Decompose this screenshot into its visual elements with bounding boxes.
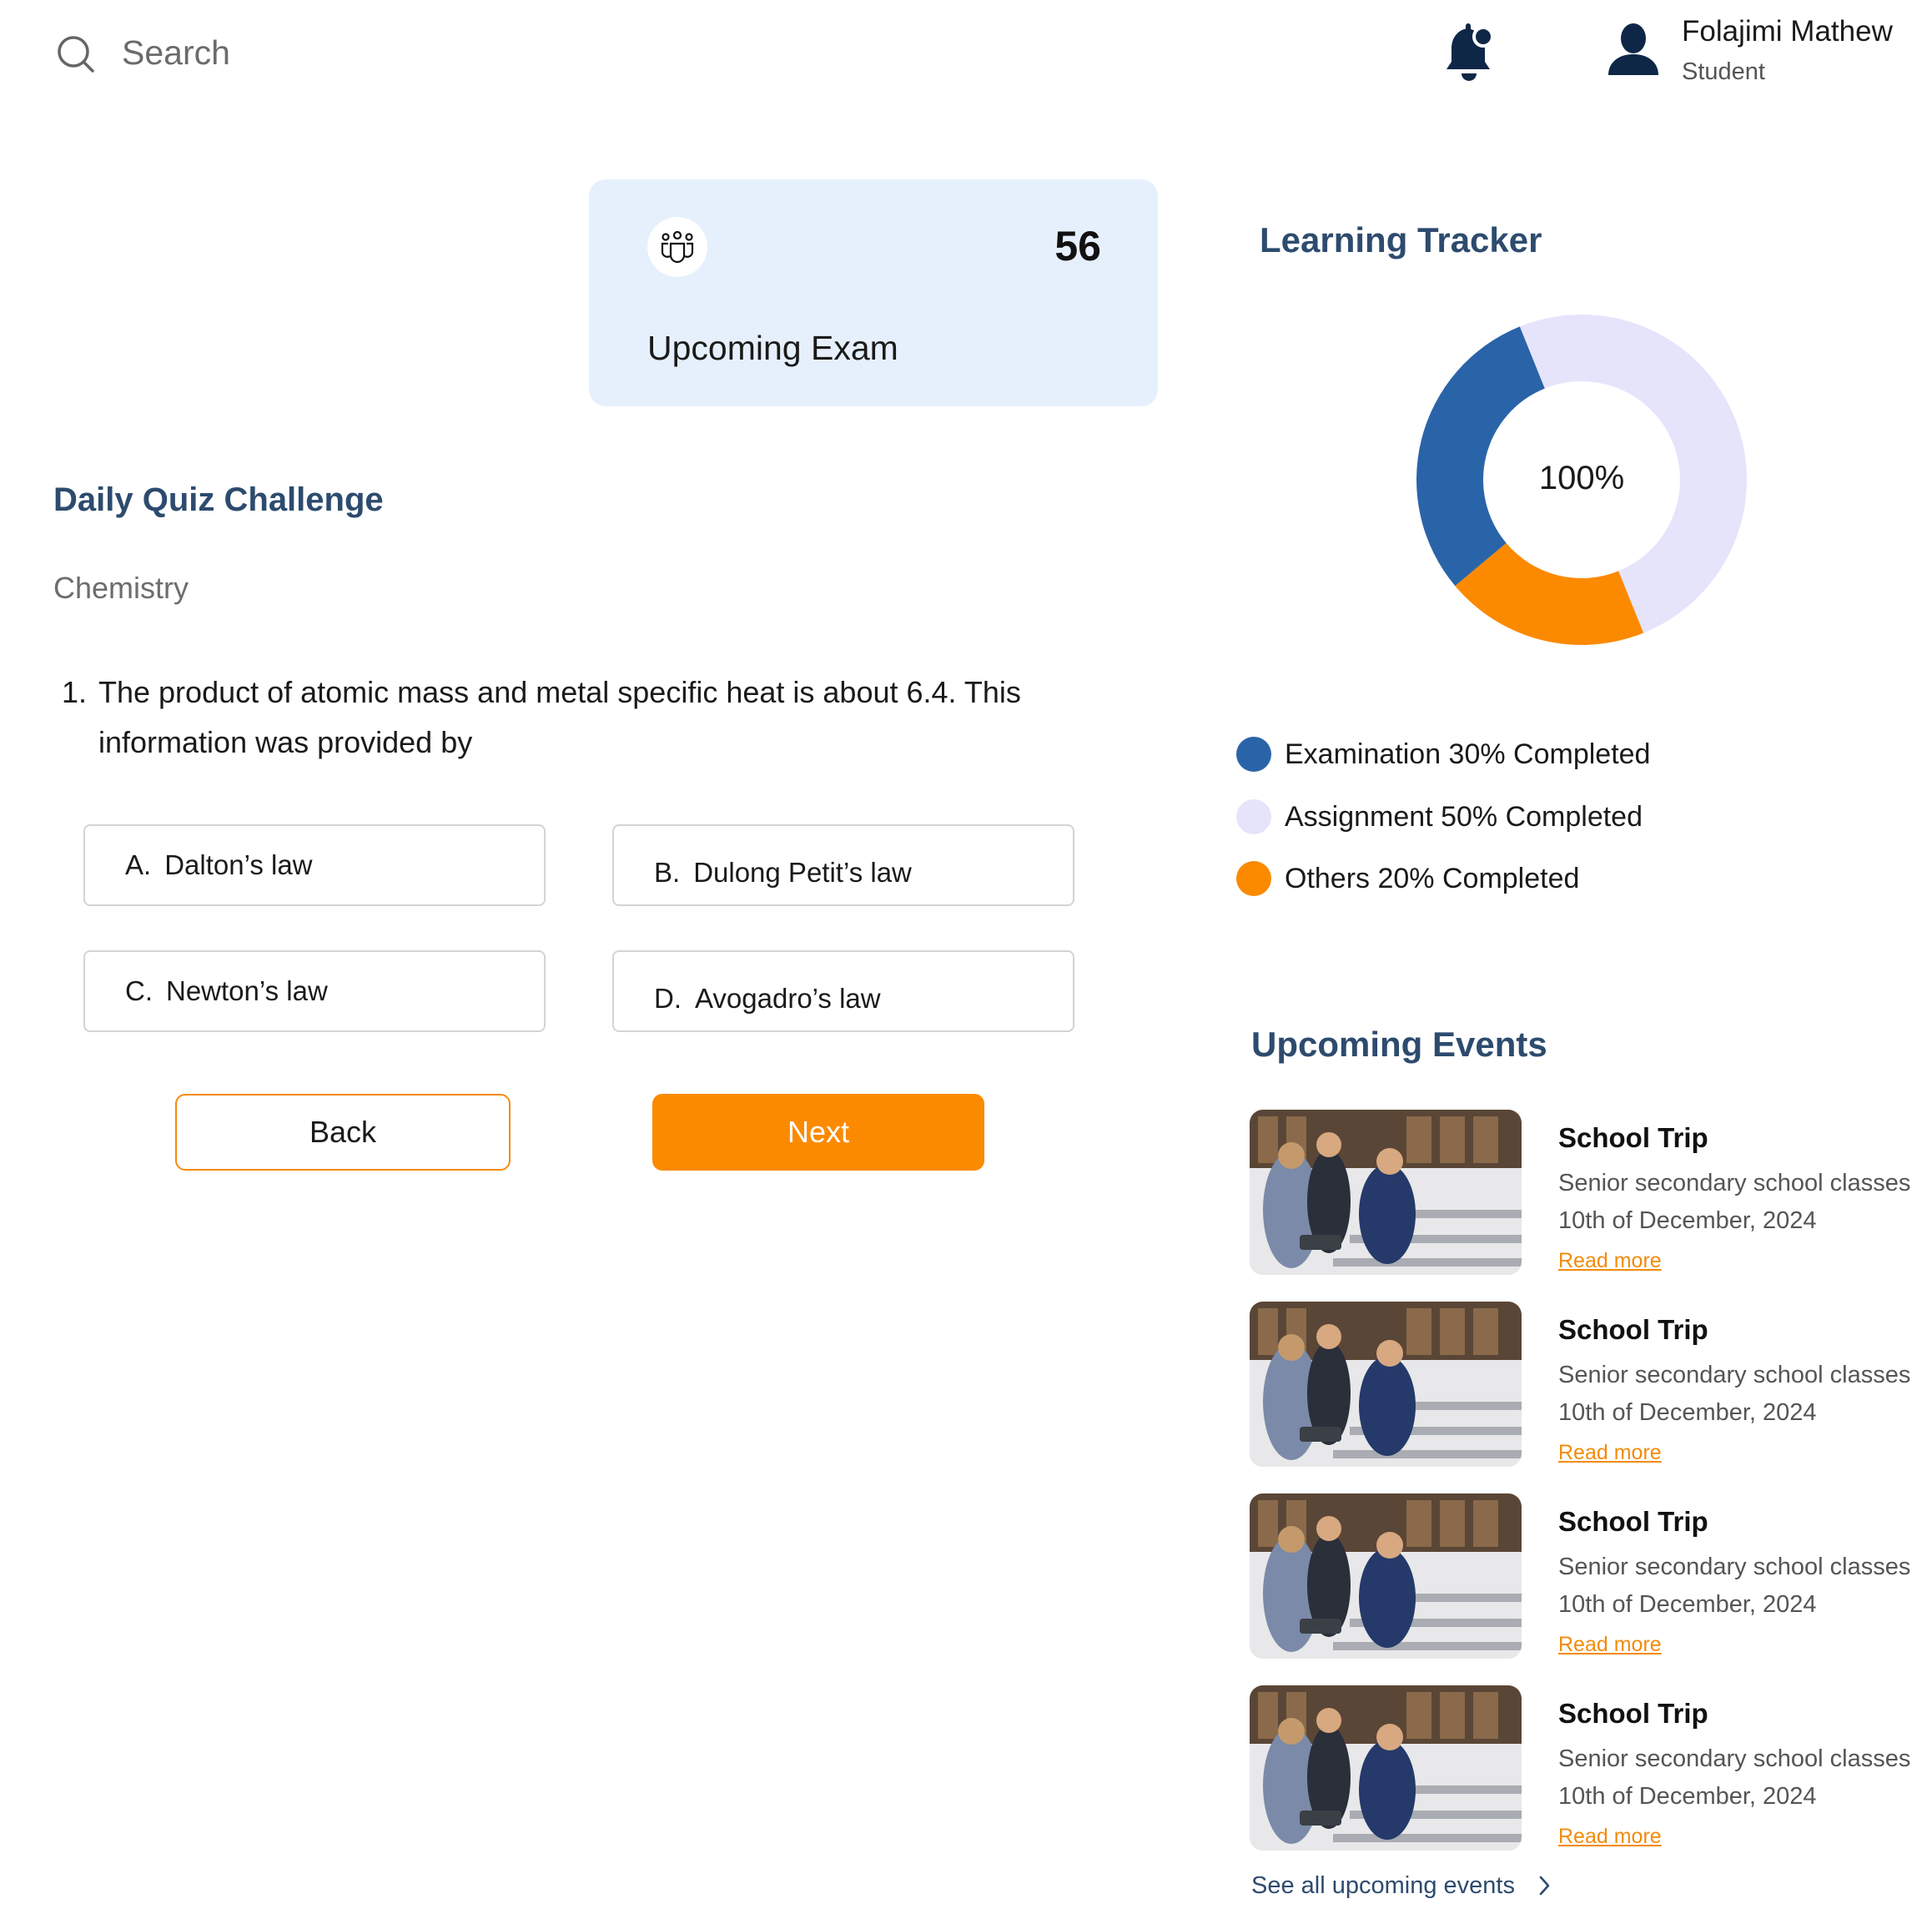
option-c-button[interactable]: C. Newton’s law bbox=[83, 950, 546, 1032]
search-icon[interactable] bbox=[53, 32, 98, 77]
legend-item-assignment: Assignment 50% Completed bbox=[1236, 797, 1643, 837]
legend-item-others: Others 20% Completed bbox=[1236, 859, 1579, 899]
see-all-events-link[interactable]: See all upcoming events bbox=[1251, 1869, 1552, 1902]
upcoming-exam-card[interactable] bbox=[589, 179, 1158, 406]
event-thumbnail[interactable] bbox=[1250, 1302, 1522, 1467]
event-description: Senior secondary school classes bbox=[1558, 1745, 1911, 1772]
read-more-link[interactable]: Read more bbox=[1558, 1438, 1662, 1467]
option-text: Dalton’s law bbox=[164, 849, 313, 880]
option-letter: A. bbox=[125, 849, 152, 880]
legend-label: Examination 30% Completed bbox=[1285, 738, 1651, 770]
user-role: Student bbox=[1682, 58, 1765, 85]
option-text: Dulong Petit’s law bbox=[693, 857, 912, 888]
option-letter: D. bbox=[654, 983, 682, 1014]
search-input[interactable]: Search bbox=[122, 30, 230, 75]
chevron-right-icon bbox=[1539, 1876, 1550, 1896]
quiz-title: Daily Quiz Challenge bbox=[53, 481, 384, 518]
question-text: The product of atomic mass and metal spe… bbox=[98, 675, 1021, 759]
event-title: School Trip bbox=[1558, 1314, 1708, 1345]
option-text: Newton’s law bbox=[166, 975, 328, 1006]
event-date: 10th of December, 2024 bbox=[1558, 1591, 1817, 1618]
option-letter: B. bbox=[654, 857, 681, 888]
legend-dot bbox=[1236, 799, 1271, 834]
event-date: 10th of December, 2024 bbox=[1558, 1783, 1817, 1810]
legend-dot bbox=[1236, 737, 1271, 772]
option-text: Avogadro’s law bbox=[695, 983, 881, 1014]
read-more-link[interactable]: Read more bbox=[1558, 1822, 1662, 1851]
user-name: Folajimi Mathew bbox=[1682, 15, 1893, 48]
option-d-button[interactable]: D. Avogadro’s law bbox=[612, 950, 1074, 1032]
upcoming-exam-label: Upcoming Exam bbox=[647, 329, 898, 367]
back-button[interactable]: Back bbox=[175, 1094, 511, 1171]
legend-label: Assignment 50% Completed bbox=[1285, 801, 1643, 833]
upcoming-events-title: Upcoming Events bbox=[1251, 1025, 1547, 1064]
event-description: Senior secondary school classes bbox=[1558, 1554, 1911, 1580]
legend-dot bbox=[1236, 861, 1271, 896]
option-letter: C. bbox=[125, 975, 153, 1006]
next-button[interactable]: Next bbox=[652, 1094, 984, 1171]
quiz-subject: Chemistry bbox=[53, 571, 189, 605]
donut-center-label: 100% bbox=[1538, 460, 1625, 496]
event-date: 10th of December, 2024 bbox=[1558, 1207, 1817, 1234]
see-all-label: See all upcoming events bbox=[1251, 1872, 1515, 1899]
event-title: School Trip bbox=[1558, 1698, 1708, 1729]
event-thumbnail[interactable] bbox=[1250, 1110, 1522, 1275]
upcoming-exam-count: 56 bbox=[1054, 223, 1101, 269]
question-number: 1. bbox=[62, 675, 88, 709]
event-description: Senior secondary school classes bbox=[1558, 1170, 1911, 1196]
option-b-button[interactable]: B. Dulong Petit’s law bbox=[612, 824, 1074, 906]
event-thumbnail[interactable] bbox=[1250, 1685, 1522, 1851]
quiz-question: 1. The product of atomic mass and metal … bbox=[62, 667, 1088, 768]
learning-tracker-title: Learning Tracker bbox=[1260, 220, 1542, 259]
event-description: Senior secondary school classes bbox=[1558, 1362, 1911, 1388]
user-icon[interactable] bbox=[1605, 22, 1662, 77]
legend-label: Others 20% Completed bbox=[1285, 863, 1580, 894]
option-a-button[interactable]: A. Dalton’s law bbox=[83, 824, 546, 906]
event-title: School Trip bbox=[1558, 1506, 1708, 1537]
bell-icon[interactable] bbox=[1441, 22, 1500, 85]
read-more-link[interactable]: Read more bbox=[1558, 1247, 1662, 1275]
event-thumbnail[interactable] bbox=[1250, 1493, 1522, 1659]
legend-item-examination: Examination 30% Completed bbox=[1236, 734, 1650, 774]
event-date: 10th of December, 2024 bbox=[1558, 1399, 1817, 1426]
group-icon bbox=[647, 217, 707, 277]
event-title: School Trip bbox=[1558, 1122, 1708, 1153]
read-more-link[interactable]: Read more bbox=[1558, 1630, 1662, 1659]
